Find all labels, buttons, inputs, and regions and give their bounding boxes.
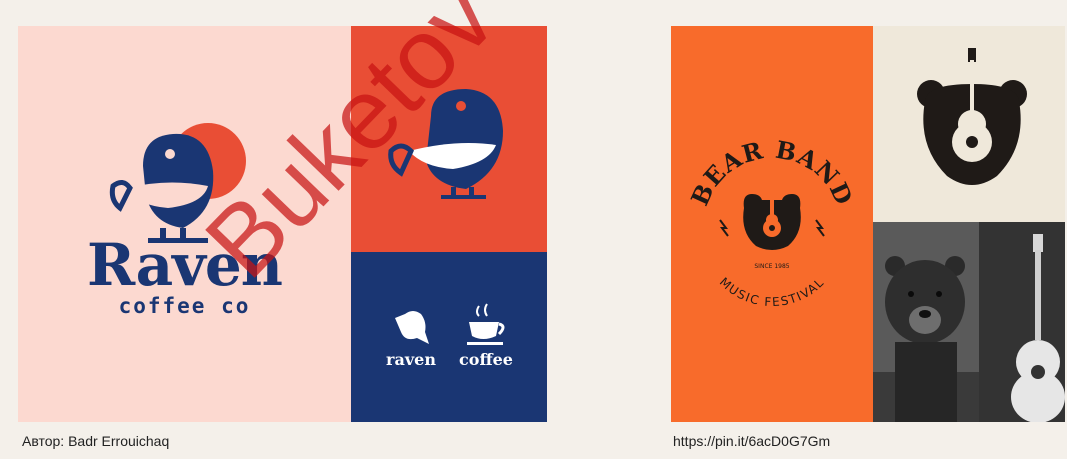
badge-since-text: SINCE 1985 [754, 263, 789, 270]
bear-photo [873, 222, 979, 422]
raven-label: raven [386, 350, 436, 369]
bear-logo-panel [873, 26, 1065, 222]
brown-bear-image [873, 222, 979, 422]
bear-band-badge: BEAR BAND MUSIC FESTIVAL SINCE 1985 [685, 136, 858, 309]
coffee-label: coffee [459, 350, 513, 369]
raven-bird-icon [395, 311, 429, 344]
acoustic-guitar-image [979, 222, 1065, 422]
raven-red-panel [351, 26, 547, 252]
raven-wordmark: Raven [87, 231, 283, 299]
author-caption: Автор: Badr Errouichaq [22, 433, 170, 449]
raven-blue-panel: raven coffee [351, 252, 547, 422]
svg-text:MUSIC FESTIVAL: MUSIC FESTIVAL [717, 275, 827, 309]
raven-tagline: coffee co [118, 294, 251, 318]
raven-logo-panel: Raven coffee co [18, 26, 351, 422]
source-link-caption[interactable]: https://pin.it/6acD0G7Gm [673, 434, 830, 448]
raven-bird-cup-icon [388, 89, 503, 199]
coffee-cup-icon [467, 303, 505, 345]
raven-cup-logo-icon [109, 123, 246, 243]
bear-guitar-logo-icon [917, 48, 1027, 185]
badge-bottom-text: MUSIC FESTIVAL [717, 275, 826, 309]
bear-band-badge-panel: BEAR BAND MUSIC FESTIVAL SINCE 1985 [671, 26, 873, 422]
guitar-photo [979, 222, 1065, 422]
